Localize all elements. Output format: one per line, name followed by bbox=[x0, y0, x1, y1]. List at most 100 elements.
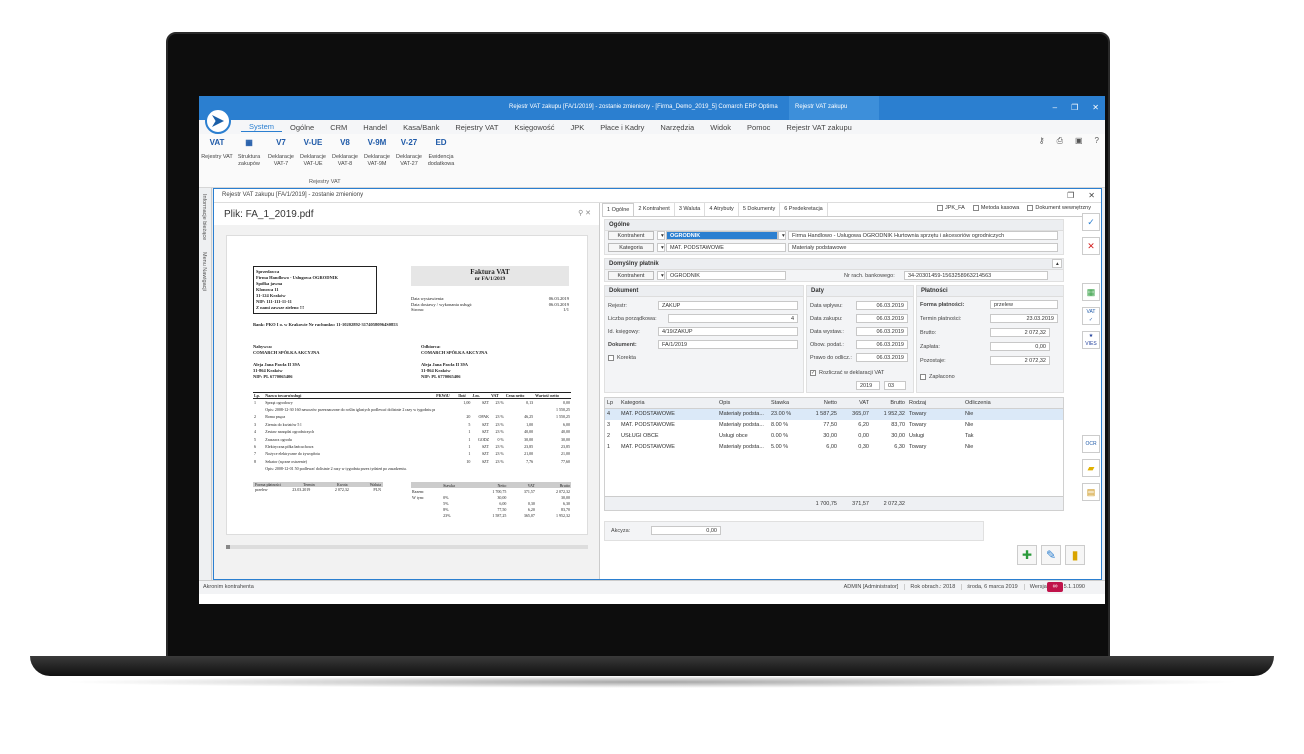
date-field-input[interactable]: 06.03.2019 bbox=[856, 353, 908, 362]
rok-spinner[interactable]: 2019 bbox=[856, 381, 880, 390]
date-field-input[interactable]: 06.03.2019 bbox=[856, 301, 908, 310]
metoda-kasowa-checkbox[interactable]: Metoda kasowa bbox=[972, 205, 1019, 211]
add-icon[interactable]: ✚ bbox=[1017, 545, 1037, 565]
invoice-dates: Data wystawienia: 06.03.2019 Data dostawy… bbox=[411, 296, 569, 313]
menu-kasa-bank[interactable]: Kasa/Bank bbox=[395, 123, 447, 132]
grid-col-header[interactable]: VAT bbox=[839, 398, 871, 408]
forma-platnosci-select[interactable]: przelew bbox=[990, 300, 1058, 309]
restore-icon[interactable]: ❐ bbox=[1067, 191, 1074, 200]
kontrahent-name-field[interactable]: Firma Handlowo - Usługowa OGRODNIK Hurto… bbox=[788, 231, 1058, 240]
tab-predekretacja[interactable]: 6 Predekretacja bbox=[780, 203, 828, 216]
ribbon-struktura-zakupow-button[interactable]: ▦ Struktura zakupów bbox=[233, 134, 265, 187]
help-icon[interactable]: ? bbox=[1095, 136, 1099, 146]
save-icon[interactable]: ✓ bbox=[1082, 213, 1100, 231]
print-icon[interactable]: ⎙ bbox=[1057, 136, 1063, 146]
maximize-icon[interactable]: ❐ bbox=[1071, 103, 1078, 112]
grid-col-header[interactable]: Brutto bbox=[871, 398, 907, 408]
rach-bankowy-select[interactable]: 34-20301459-1563258963214563 bbox=[904, 271, 1048, 280]
edit-icon[interactable]: ✎ bbox=[1041, 545, 1061, 565]
termin-input[interactable]: 23.03.2019 bbox=[990, 314, 1058, 323]
menu-pomoc[interactable]: Pomoc bbox=[739, 123, 778, 132]
ribbon-vat7-button[interactable]: V7 Deklaracje VAT-7 bbox=[265, 134, 297, 187]
calculator-icon[interactable]: ▦ bbox=[1082, 283, 1100, 301]
platnik-input[interactable]: OGRODNIK bbox=[666, 271, 786, 280]
pdf-horizontal-scrollbar[interactable] bbox=[226, 545, 588, 549]
tab-dokumenty[interactable]: 5 Dokumenty bbox=[739, 203, 781, 216]
grid-col-header[interactable]: Rodzaj bbox=[907, 398, 963, 408]
kontrahent-list-arrow[interactable]: ▾ bbox=[778, 231, 786, 240]
close-icon[interactable]: ✕ bbox=[1092, 103, 1099, 112]
ocr-icon[interactable]: OCR bbox=[1082, 435, 1100, 453]
ribbon-vat9m-button[interactable]: V-9M Deklaracje VAT-9M bbox=[361, 134, 393, 187]
akcyza-input[interactable]: 0,00 bbox=[651, 526, 721, 535]
vtab-menu-nawigacji[interactable]: Menu Nawigacji bbox=[201, 246, 207, 297]
kategoria-input[interactable]: MAT. PODSTAWOWE bbox=[666, 243, 786, 252]
dokument-input[interactable]: FA/1/2019 bbox=[658, 340, 798, 349]
grid-col-header[interactable]: Stawka bbox=[769, 398, 799, 408]
korekta-checkbox[interactable]: Korekta bbox=[608, 355, 636, 361]
pin-icon[interactable]: ⚲ ✕ bbox=[578, 209, 591, 217]
platnik-kontrahent-button[interactable]: Kontrahent bbox=[608, 271, 654, 280]
minimize-icon[interactable]: – bbox=[1053, 103, 1057, 112]
infinity-icon[interactable]: ∞ bbox=[1047, 582, 1063, 592]
kontrahent-dropdown-arrow[interactable]: ▾ bbox=[657, 231, 665, 240]
grid-col-header[interactable]: Lp bbox=[605, 398, 619, 408]
scroll-thumb[interactable] bbox=[226, 545, 230, 549]
kategoria-button[interactable]: Kategoria bbox=[608, 243, 654, 252]
ribbon-vat27-button[interactable]: V-27 Deklaracje VAT-27 bbox=[393, 134, 425, 187]
tab-atrybuty[interactable]: 4 Atrybuty bbox=[705, 203, 739, 216]
kategoria-desc-field[interactable]: Materiały podstawowe bbox=[788, 243, 1058, 252]
tab-kontrahent[interactable]: 2 Kontrahent bbox=[634, 203, 675, 216]
menu-rejestry-vat[interactable]: Rejestry VAT bbox=[447, 123, 506, 132]
menu-ksiegowosc[interactable]: Księgowość bbox=[506, 123, 562, 132]
grid-col-header[interactable]: Kategoria bbox=[619, 398, 717, 408]
menu-narzedzia[interactable]: Narzędzia bbox=[652, 123, 702, 132]
lp-input[interactable]: 4 bbox=[668, 314, 798, 323]
menu-ogolne[interactable]: Ogólne bbox=[282, 123, 322, 132]
menu-rejestr-vat-zakupu[interactable]: Rejestr VAT zakupu bbox=[778, 123, 859, 132]
window-icon[interactable]: ▣ bbox=[1075, 136, 1083, 146]
vat-check-icon[interactable]: VAT ✓ bbox=[1082, 307, 1100, 325]
app-logo-button[interactable] bbox=[205, 108, 231, 134]
doc-close-icon[interactable]: ✕ bbox=[1088, 191, 1095, 200]
vtab-informacje[interactable]: Informacje bieżące bbox=[201, 188, 207, 246]
zaplacono-checkbox[interactable]: Zapłacono bbox=[920, 374, 955, 380]
vies-icon[interactable]: ★ VIES bbox=[1082, 331, 1100, 349]
miesiac-spinner[interactable]: 03 bbox=[884, 381, 906, 390]
grid-row[interactable]: 3 MAT. PODSTAWOWE Materiały podsta... 8.00 … bbox=[605, 420, 1063, 431]
rejestr-select[interactable]: ZAKUP bbox=[658, 301, 798, 310]
kategoria-dropdown-arrow[interactable]: ▾ bbox=[657, 243, 665, 252]
jpk-fa-checkbox[interactable]: JPK_FA bbox=[936, 205, 965, 211]
grid-col-header[interactable]: Opis bbox=[717, 398, 769, 408]
date-field-input[interactable]: 06.03.2019 bbox=[856, 327, 908, 336]
id-ksiegowy-input[interactable]: 4/19/ZAKUP bbox=[658, 327, 798, 336]
grid-row[interactable]: 2 USŁUGI OBCE Usługi obce 0.00 % 30,00 0,00 30… bbox=[605, 431, 1063, 442]
ribbon-ewidencja-button[interactable]: ED Ewidencja dodatkowa bbox=[425, 134, 457, 187]
date-field-input[interactable]: 06.03.2019 bbox=[856, 340, 908, 349]
menu-handel[interactable]: Handel bbox=[355, 123, 395, 132]
key-icon[interactable]: ⚷ bbox=[1039, 136, 1045, 146]
cancel-icon[interactable]: ✕ bbox=[1082, 237, 1100, 255]
menu-crm[interactable]: CRM bbox=[322, 123, 355, 132]
collapse-icon[interactable]: ▴ bbox=[1052, 259, 1062, 268]
grid-col-header[interactable]: Netto bbox=[799, 398, 839, 408]
grid-row[interactable]: 4 MAT. PODSTAWOWE Materiały podsta... 23.00… bbox=[605, 409, 1063, 420]
date-field-input[interactable]: 06.03.2019 bbox=[856, 314, 908, 323]
rozliczac-checkbox[interactable]: ✓ Rozliczać w deklaracji VAT bbox=[810, 370, 884, 376]
tab-waluta[interactable]: 3 Waluta bbox=[675, 203, 706, 216]
menu-widok[interactable]: Widok bbox=[702, 123, 739, 132]
grid-row[interactable]: 1 MAT. PODSTAWOWE Materiały podsta... 5.00 … bbox=[605, 442, 1063, 453]
delete-icon[interactable]: ▮ bbox=[1065, 545, 1085, 565]
menu-system[interactable]: System bbox=[241, 122, 283, 132]
attachment-icon[interactable]: ▤ bbox=[1082, 483, 1100, 501]
grid-col-header[interactable]: Odliczenia bbox=[963, 398, 1013, 408]
kontrahent-input[interactable]: OGRODNIK bbox=[666, 231, 778, 240]
menu-jpk[interactable]: JPK bbox=[562, 123, 592, 132]
ribbon-rejestry-vat-button[interactable]: VAT Rejestry VAT bbox=[201, 134, 233, 187]
platnik-dropdown-arrow[interactable]: ▾ bbox=[657, 271, 665, 280]
tab-ogolne[interactable]: 1 Ogólne bbox=[602, 203, 635, 216]
dokument-wewnetrzny-checkbox[interactable]: Dokument wewnętrzny bbox=[1027, 205, 1091, 211]
note-icon[interactable]: ▰ bbox=[1082, 459, 1100, 477]
menu-place-kadry[interactable]: Płace i Kadry bbox=[592, 123, 652, 132]
kontrahent-button[interactable]: Kontrahent bbox=[608, 231, 654, 240]
